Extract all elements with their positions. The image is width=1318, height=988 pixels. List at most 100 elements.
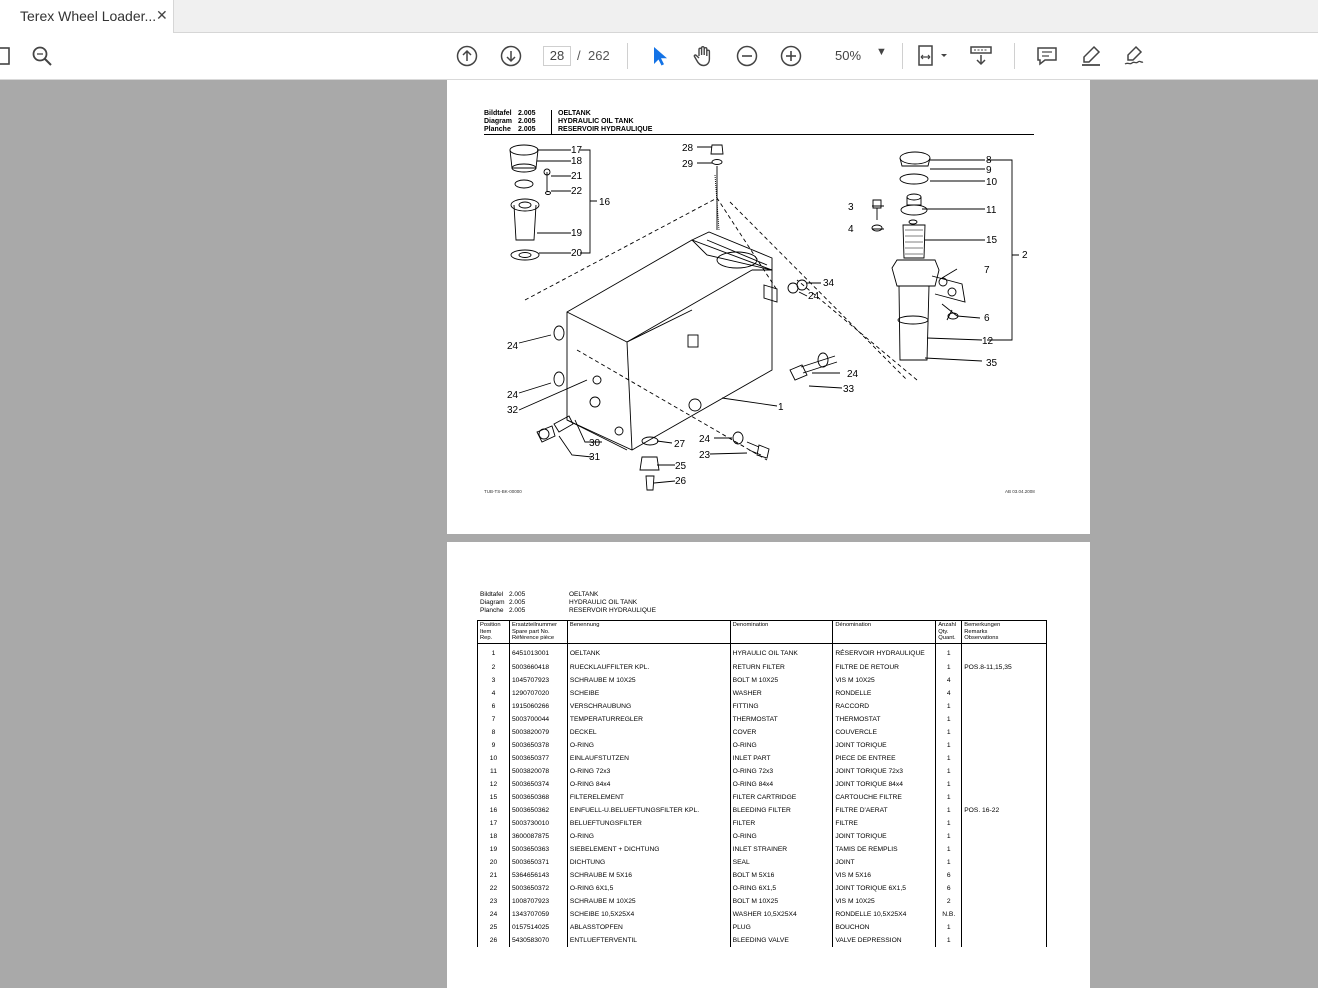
callout-number: 9 bbox=[986, 165, 992, 176]
sign-icon[interactable] bbox=[1120, 41, 1150, 71]
table-cell: 3600087875 bbox=[508, 829, 568, 843]
callout-number: 24 bbox=[699, 434, 711, 445]
table-cell: 5003650372 bbox=[508, 881, 568, 895]
table-cell: SIEBELEMENT + DICHTUNG bbox=[566, 842, 731, 856]
zoom-in-icon[interactable] bbox=[776, 41, 806, 71]
callout-number: 32 bbox=[507, 405, 519, 416]
table-cell: SCHEIBE 10,5X25X4 bbox=[566, 907, 731, 921]
table-cell: O-RING bbox=[566, 738, 731, 752]
table-cell: WASHER bbox=[729, 686, 834, 700]
document-tab[interactable]: Terex Wheel Loader... ✕ bbox=[0, 0, 174, 33]
page-footer-left: TUB-TS-BK-00000 bbox=[484, 489, 522, 494]
document-viewer[interactable]: Bildtafel Diagram Planche 2.005 2.005 2.… bbox=[0, 80, 1318, 988]
sidebar-icon[interactable] bbox=[0, 41, 16, 71]
column-header: Denomination bbox=[729, 620, 834, 644]
table-cell: BOLT M 5X16 bbox=[729, 868, 834, 882]
callout-number: 34 bbox=[823, 278, 835, 289]
table-cell bbox=[961, 673, 1047, 687]
table-cell: 1 bbox=[935, 777, 963, 791]
table-cell: 15 bbox=[477, 790, 510, 804]
table-cell: 24 bbox=[477, 907, 510, 921]
table-cell: THERMOSTAT bbox=[832, 712, 937, 726]
page-up-icon[interactable] bbox=[452, 41, 482, 71]
table-row: 2 5003660418 RUECKLAUFFILTER KPL. RETURN FI… bbox=[477, 660, 1047, 674]
table-cell: POS. 16-22 bbox=[961, 803, 1047, 817]
table-cell: 10 bbox=[477, 751, 510, 765]
callout-number: 25 bbox=[675, 461, 687, 472]
callout-number: 1 bbox=[778, 402, 784, 413]
table-cell: 5003650362 bbox=[508, 803, 568, 817]
table-cell: 1008707923 bbox=[508, 894, 568, 908]
table-cell: 1290707020 bbox=[508, 686, 568, 700]
header-titles: OELTANK HYDRAULIC OIL TANK RESERVOIR HYD… bbox=[569, 591, 656, 614]
table-cell: 1 bbox=[935, 790, 963, 804]
table-cell: 5003650371 bbox=[508, 855, 568, 869]
table-cell bbox=[961, 907, 1047, 921]
table-cell: PIECE DE ENTREE bbox=[832, 751, 937, 765]
callout-number: 10 bbox=[986, 177, 998, 188]
column-header: Benennung bbox=[566, 620, 731, 644]
tab-close-icon[interactable]: ✕ bbox=[156, 7, 168, 24]
select-cursor-icon[interactable] bbox=[644, 41, 674, 71]
table-cell: 23 bbox=[477, 894, 510, 908]
callout-number: 16 bbox=[599, 197, 611, 208]
callout-number: 12 bbox=[982, 336, 994, 347]
column-header: Ersatzteilnummer Spare part No. Référence … bbox=[508, 620, 568, 644]
table-cell bbox=[961, 842, 1047, 856]
table-cell: 5003820079 bbox=[508, 725, 568, 739]
pdf-page-diagram: Bildtafel Diagram Planche 2.005 2.005 2.… bbox=[447, 80, 1090, 534]
table-cell: 5003650363 bbox=[508, 842, 568, 856]
table-cell: 1 bbox=[935, 855, 963, 869]
hand-icon[interactable] bbox=[688, 41, 718, 71]
header-labels: Bildtafel Diagram Planche bbox=[480, 591, 505, 614]
table-cell: 3 bbox=[477, 673, 510, 687]
table-cell: O-RING bbox=[729, 738, 834, 752]
table-cell bbox=[961, 738, 1047, 752]
callout-number: 22 bbox=[571, 186, 583, 197]
callout-number: 15 bbox=[986, 235, 998, 246]
table-cell bbox=[961, 881, 1047, 895]
fit-page-icon[interactable] bbox=[912, 41, 952, 71]
table-row: 20 5003650371 DICHTUNG SEAL JOINT 1 bbox=[477, 855, 1047, 869]
table-cell: 12 bbox=[477, 777, 510, 791]
table-row: 18 3600087875 O-RING O-RING JOINT TORIQUE 1 bbox=[477, 829, 1047, 843]
table-cell: 2 bbox=[477, 660, 510, 674]
table-cell: O-RING bbox=[729, 829, 834, 843]
table-cell: FILTRE bbox=[832, 816, 937, 830]
search-icon[interactable] bbox=[27, 41, 57, 71]
table-cell: 6451013001 bbox=[508, 643, 568, 661]
scroll-mode-icon[interactable] bbox=[966, 41, 996, 71]
callout-number: 24 bbox=[847, 369, 859, 380]
table-cell: 1 bbox=[935, 751, 963, 765]
table-cell: THERMOSTAT bbox=[729, 712, 834, 726]
callout-number: 28 bbox=[682, 143, 694, 154]
table-cell bbox=[961, 777, 1047, 791]
table-cell: DICHTUNG bbox=[566, 855, 731, 869]
table-header-row: Position Item Rep. Ersatzteilnummer Spare p… bbox=[477, 620, 1047, 644]
table-row: 12 5003650374 O-RING 84x4 O-RING 84x4 JOINT … bbox=[477, 777, 1047, 791]
column-header: Anzahl Qty. Quant. bbox=[935, 620, 963, 644]
table-row: 24 1343707059 SCHEIBE 10,5X25X4 WASHER 10,5… bbox=[477, 907, 1047, 921]
callout-number: 33 bbox=[843, 384, 855, 395]
table-cell: RACCORD bbox=[832, 699, 937, 713]
table-cell: ENTLUEFTERVENTIL bbox=[566, 933, 731, 947]
table-row: 23 1008707923 SCHRAUBE M 10X25 BOLT M 10X25… bbox=[477, 894, 1047, 908]
table-cell: FILTER CARTRIDGE bbox=[729, 790, 834, 804]
callout-number: 27 bbox=[674, 439, 686, 450]
table-cell: RUECKLAUFFILTER KPL. bbox=[566, 660, 731, 674]
callout-number: 24 bbox=[808, 291, 820, 302]
table-row: 7 5003700044 TEMPERATURREGLER THERMOSTAT THE… bbox=[477, 712, 1047, 726]
callout-number: 23 bbox=[699, 450, 711, 461]
page-down-icon[interactable] bbox=[496, 41, 526, 71]
table-row: 26 5430583070 ENTLUEFTERVENTIL BLEEDING VAL… bbox=[477, 933, 1047, 947]
table-cell: WASHER 10,5X25X4 bbox=[729, 907, 834, 921]
page-number-input[interactable]: 28 bbox=[543, 46, 571, 66]
table-row: 22 5003650372 O-RING 6X1,5 O-RING 6X1,5 JOIN… bbox=[477, 881, 1047, 895]
highlight-icon[interactable] bbox=[1076, 41, 1106, 71]
table-cell: N.B. bbox=[935, 907, 963, 921]
comment-icon[interactable] bbox=[1032, 41, 1062, 71]
zoom-out-icon[interactable] bbox=[732, 41, 762, 71]
zoom-level[interactable]: 50% bbox=[835, 48, 861, 63]
table-cell: SEAL bbox=[729, 855, 834, 869]
chevron-down-icon[interactable]: ▼ bbox=[876, 46, 887, 58]
